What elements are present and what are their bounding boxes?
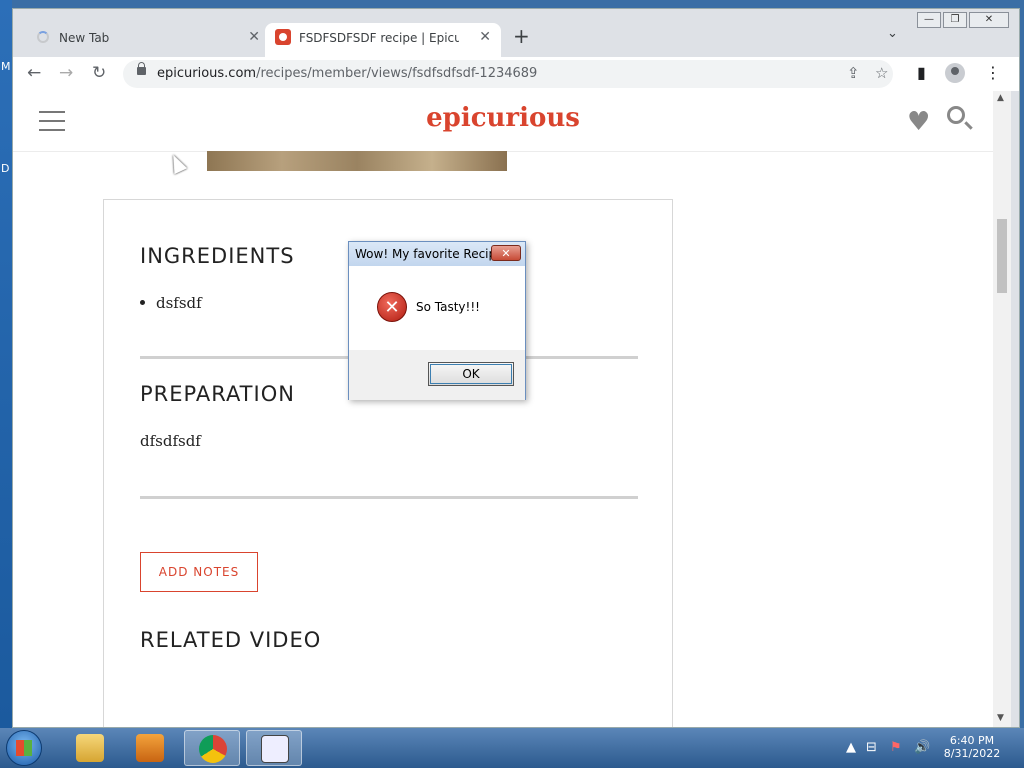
taskbar-explorer[interactable] xyxy=(62,730,118,766)
loading-icon xyxy=(37,31,49,43)
forward-arrow-icon[interactable]: → xyxy=(59,63,73,83)
start-button[interactable] xyxy=(6,730,42,766)
ingredients-heading: INGREDIENTS xyxy=(140,244,295,268)
close-icon[interactable]: ✕ xyxy=(248,29,260,45)
folder-icon xyxy=(76,734,104,762)
media-player-icon xyxy=(136,734,164,762)
recipe-photo xyxy=(207,151,507,171)
taskbar-media-player[interactable] xyxy=(122,730,178,766)
scroll-up-icon[interactable]: ▲ xyxy=(997,93,1004,103)
tab-search-chevron-icon[interactable]: ⌄ xyxy=(887,26,898,41)
preparation-text: dfsdfsdf xyxy=(140,432,201,450)
app-window-icon xyxy=(261,735,289,763)
tab-strip: New Tab ✕ FSDFSDFSDF recipe | Epicurious… xyxy=(13,9,1019,57)
ingredient-item: dsfsdf xyxy=(156,294,202,312)
tab-title: New Tab xyxy=(59,31,110,45)
chrome-icon xyxy=(199,735,227,763)
system-clock[interactable]: 6:40 PM 8/31/2022 xyxy=(932,734,1012,760)
desktop-edge: M D xyxy=(0,0,12,728)
menu-kebab-icon[interactable]: ⋮ xyxy=(985,63,1001,82)
dialog-message: So Tasty!!! xyxy=(416,300,480,314)
site-header: epicurious ♥ xyxy=(13,91,993,152)
bullet xyxy=(140,300,145,305)
reload-icon[interactable]: ↻ xyxy=(92,63,106,83)
window-close-button[interactable]: ✕ xyxy=(969,12,1009,28)
minimize-button[interactable]: — xyxy=(917,12,941,28)
scroll-thumb[interactable] xyxy=(997,219,1007,293)
url-text[interactable]: epicurious.com/recipes/member/views/fsdf… xyxy=(157,66,537,81)
heart-icon[interactable]: ♥ xyxy=(907,107,930,137)
tab-title: FSDFSDFSDF recipe | Epicurious.com xyxy=(299,31,459,45)
clock-time: 6:40 PM xyxy=(949,734,995,747)
epicurious-favicon-icon xyxy=(275,29,291,45)
taskbar: ▲ ⊟ ⚑ 🔊 6:40 PM 8/31/2022 xyxy=(0,728,1024,768)
alert-dialog: Wow! My favorite Recipe ✕ ✕ So Tasty!!! … xyxy=(348,241,526,400)
desktop-label: D xyxy=(1,162,10,175)
tab-epicurious[interactable]: FSDFSDFSDF recipe | Epicurious.com ✕ xyxy=(265,23,501,57)
site-logo[interactable]: epicurious xyxy=(13,103,993,133)
new-tab-button[interactable]: + xyxy=(513,24,530,48)
section-divider xyxy=(140,496,638,499)
dialog-footer: OK xyxy=(349,350,525,400)
action-center-icon[interactable]: ⚑ xyxy=(890,740,902,755)
taskbar-alert-app[interactable] xyxy=(246,730,302,766)
related-video-heading: RELATED VIDEO xyxy=(140,628,322,652)
close-icon[interactable]: ✕ xyxy=(479,29,491,45)
share-icon[interactable]: ⇪ xyxy=(847,64,860,82)
tray-expand-icon[interactable]: ▲ xyxy=(846,740,856,755)
taskbar-chrome[interactable] xyxy=(184,730,240,766)
preparation-heading: PREPARATION xyxy=(140,382,295,406)
dialog-close-button[interactable]: ✕ xyxy=(491,245,521,261)
lock-icon[interactable] xyxy=(137,62,146,75)
page-viewport: epicurious ♥ INGREDIENTS dsfsdf PREPARAT… xyxy=(13,91,993,727)
side-panel-icon[interactable]: ▮ xyxy=(917,63,926,82)
star-bookmark-icon[interactable]: ☆ xyxy=(875,64,888,82)
address-bar[interactable]: epicurious.com/recipes/member/views/fsdf… xyxy=(123,60,893,88)
ok-button[interactable]: OK xyxy=(428,362,514,386)
browser-toolbar: ← → ↻ epicurious.com/recipes/member/view… xyxy=(13,57,1019,91)
scroll-down-icon[interactable]: ▼ xyxy=(997,713,1004,723)
page-scrollbar[interactable]: ▲ ▼ xyxy=(993,91,1011,727)
search-icon[interactable] xyxy=(947,106,965,124)
network-icon[interactable]: ⊟ xyxy=(866,740,877,755)
tab-new-tab[interactable]: New Tab ✕ xyxy=(25,23,270,57)
profile-avatar-icon[interactable] xyxy=(945,63,965,83)
dialog-title: Wow! My favorite Recipe xyxy=(355,247,504,261)
dialog-titlebar[interactable]: Wow! My favorite Recipe ✕ xyxy=(349,242,525,266)
clock-date: 8/31/2022 xyxy=(943,747,1001,760)
back-arrow-icon[interactable]: ← xyxy=(27,63,41,83)
restore-button[interactable]: ❐ xyxy=(943,12,967,28)
volume-icon[interactable]: 🔊 xyxy=(914,740,930,755)
desktop-label: M xyxy=(1,60,11,73)
error-icon: ✕ xyxy=(377,292,407,322)
add-notes-button[interactable]: ADD NOTES xyxy=(140,552,258,592)
